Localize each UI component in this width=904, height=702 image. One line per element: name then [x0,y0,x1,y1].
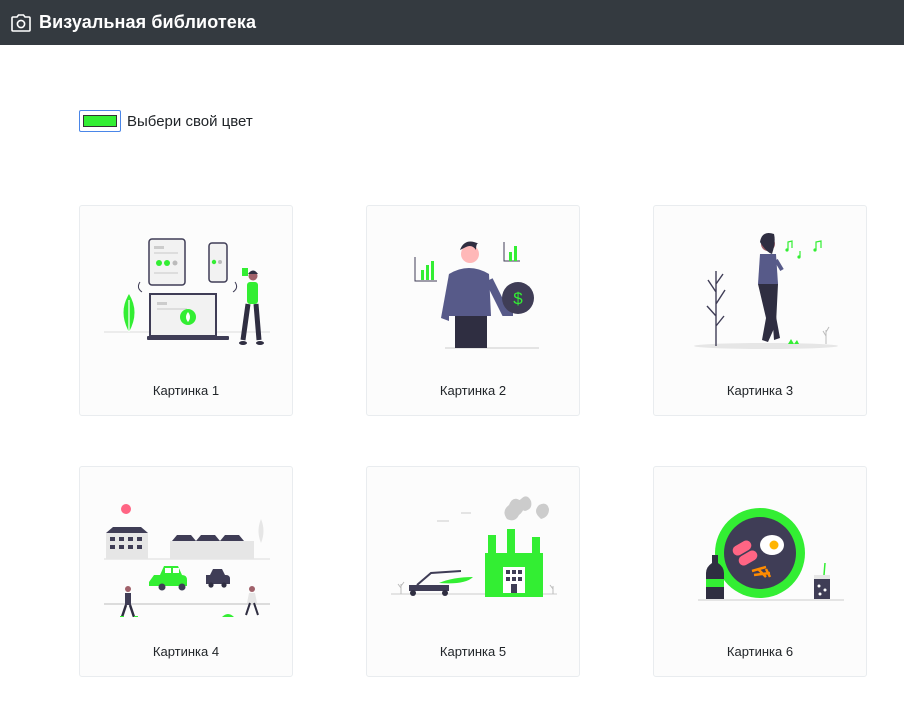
app-title[interactable]: Визуальная библиотека [39,12,256,33]
card-caption: Картинка 5 [439,644,507,659]
illustration-devices [104,238,270,345]
color-swatch [83,115,117,127]
color-picker-label: Выбери свой цвет [127,112,253,130]
color-input[interactable] [79,110,121,132]
gallery-card-6[interactable]: Картинка 6 [653,466,867,677]
gallery-card-4[interactable]: Картинка 4 [79,466,293,677]
svg-text:$: $ [513,289,523,308]
illustration-city [104,504,270,617]
card-caption: Картинка 1 [152,383,220,398]
camera-icon [11,13,31,32]
illustration-music [694,233,838,349]
navbar: Визуальная библиотека [0,0,904,45]
gallery-card-2[interactable]: $ Картинка 2 [366,205,580,416]
card-caption: Картинка 6 [726,644,794,659]
gallery-card-3[interactable]: Картинка 3 [653,205,867,416]
illustration-factory [391,496,557,597]
card-caption: Картинка 4 [152,644,220,659]
illustration-finance: $ [414,241,539,349]
gallery-card-5[interactable]: Картинка 5 [366,466,580,677]
color-picker: Выбери свой цвет [79,110,253,132]
gallery-card-1[interactable]: Картинка 1 [79,205,293,416]
card-caption: Картинка 2 [439,383,507,398]
illustration-food [698,508,844,601]
card-caption: Картинка 3 [726,383,794,398]
